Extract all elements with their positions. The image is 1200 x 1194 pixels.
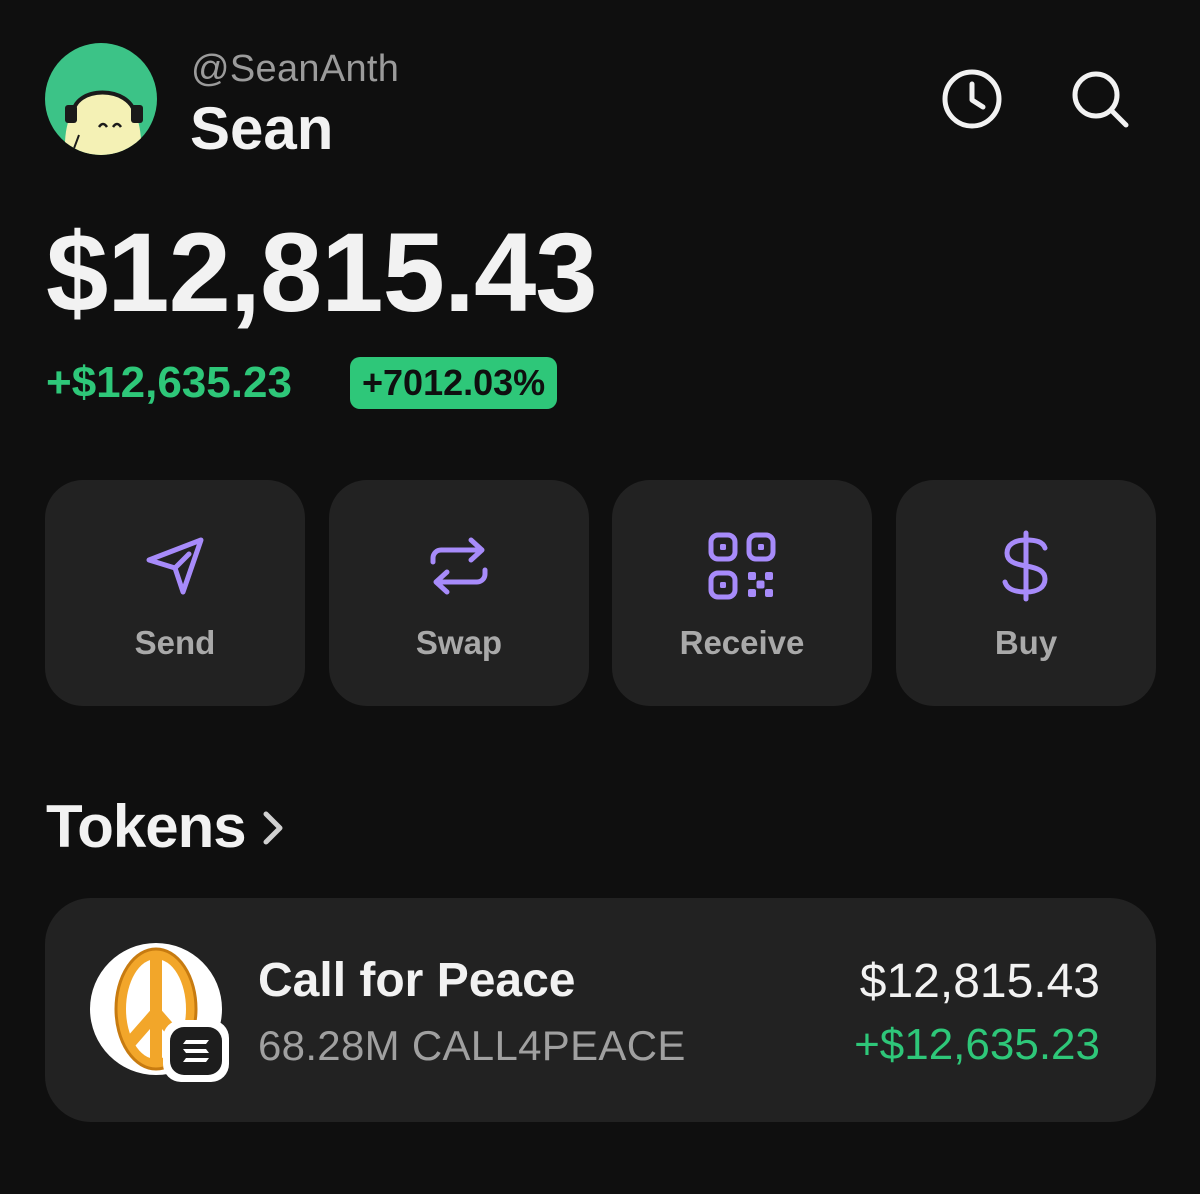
receive-label: Receive <box>679 624 805 661</box>
token-row[interactable]: Call for Peace 68.28M CALL4PEACE $12,815… <box>45 898 1156 1122</box>
send-label: Send <box>134 624 216 661</box>
token-change: +$12,635.23 <box>854 1020 1100 1069</box>
avatar[interactable] <box>45 43 157 155</box>
token-amount: 68.28M CALL4PEACE <box>258 1022 686 1069</box>
portfolio-balance: $12,815.43 <box>46 210 598 335</box>
username-handle: @SeanAnth <box>191 48 400 90</box>
swap-label: Swap <box>415 624 503 661</box>
buy-label: Buy <box>994 624 1058 661</box>
portfolio-change: +$12,635.23 <box>46 358 292 407</box>
swap-button[interactable]: Swap <box>329 480 589 706</box>
solana-badge <box>163 1020 229 1082</box>
change-percent-badge: +7012.03% <box>350 357 558 409</box>
display-name: Sean <box>190 95 334 162</box>
send-button[interactable]: Send <box>45 480 305 706</box>
buy-button[interactable]: Buy <box>896 480 1156 706</box>
wallet-home: @SeanAnth Sean $12,815.43 +$12,635.23 +7… <box>0 0 1200 1194</box>
avatar-character-icon <box>64 90 143 155</box>
solana-icon <box>183 1040 209 1062</box>
receive-button[interactable]: Receive <box>612 480 872 706</box>
tokens-section-title[interactable]: Tokens <box>46 792 247 861</box>
clock-icon <box>942 69 1002 129</box>
chevron-right-icon[interactable] <box>258 808 288 853</box>
swap-arrows-icon <box>430 537 488 595</box>
search-icon <box>1072 71 1129 128</box>
token-value: $12,815.43 <box>859 955 1100 1008</box>
search-button[interactable] <box>1068 67 1132 131</box>
qr-code-icon <box>708 532 776 600</box>
dollar-icon <box>1002 530 1048 602</box>
history-button[interactable] <box>940 67 1004 131</box>
send-icon <box>146 537 204 595</box>
token-name: Call for Peace <box>258 954 576 1007</box>
